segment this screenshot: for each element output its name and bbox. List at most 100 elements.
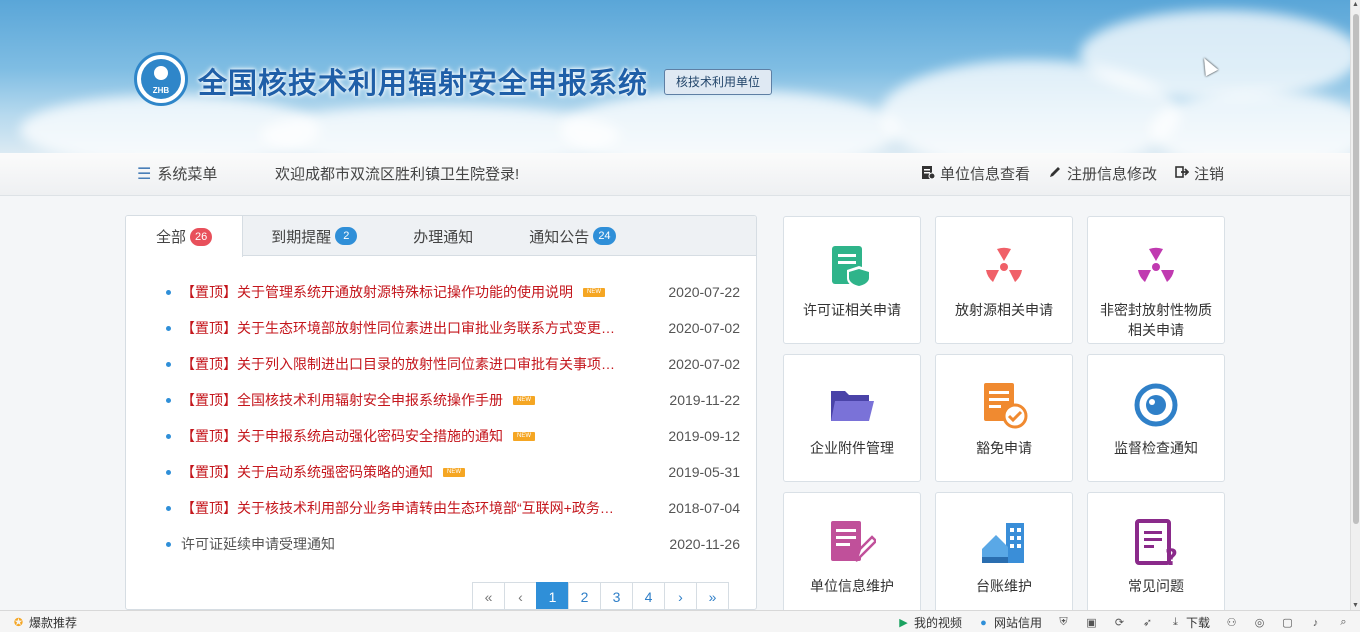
top-nav-bar: ☰ 系统菜单 欢迎成都市双流区胜利镇卫生院登录! 单位信息查看 注册信息修改 注… — [0, 153, 1350, 196]
tile-license-application[interactable]: 许可证相关申请 — [783, 216, 921, 344]
bullet-dot-icon — [166, 541, 171, 547]
first-page-button[interactable]: « — [472, 582, 505, 609]
tile-label: 单位信息维护 — [810, 578, 894, 594]
tile-label: 监督检查通知 — [1114, 440, 1198, 456]
building-icon — [979, 518, 1029, 568]
radiation-icon — [979, 242, 1029, 292]
bullet-dot-icon — [166, 433, 171, 439]
bullet-dot-icon — [166, 397, 171, 403]
notice-date: 2019-09-12 — [668, 428, 740, 444]
notice-panel: 全部 26 到期提醒 2 办理通知 通知公告 24 【置顶】关于管理系统开通放射… — [125, 215, 757, 610]
tile-label: 放射源相关申请 — [955, 302, 1053, 318]
site-title: 全国核技术利用辐射安全申报系统 — [198, 68, 649, 100]
list-item: 许可证延续申请受理通知 2020-11-26 — [166, 526, 740, 562]
my-video-label: 我的视频 — [913, 616, 962, 630]
users-icon[interactable]: ⚇ — [1225, 616, 1238, 629]
notice-title-link[interactable]: 【置顶】关于启动系统强密码策略的通知 — [181, 462, 433, 482]
download-button[interactable]: ⤓ 下载 — [1169, 614, 1210, 631]
tile-label: 企业附件管理 — [810, 440, 894, 456]
refresh-icon[interactable]: ⟳ — [1113, 616, 1126, 629]
logout-link[interactable]: 注销 — [1175, 163, 1224, 184]
tile-ledger-maintenance[interactable]: 台账维护 — [935, 492, 1073, 620]
tile-inspection-notice[interactable]: 监督检查通知 — [1087, 354, 1225, 482]
drop-icon: ● — [980, 616, 987, 629]
edit-document-icon — [827, 518, 877, 568]
notice-date: 2018-07-04 — [668, 500, 740, 516]
info-card-icon — [921, 165, 936, 183]
document-check-icon — [979, 380, 1029, 430]
count-badge: 2 — [335, 227, 358, 245]
page-3-button[interactable]: 3 — [600, 582, 633, 609]
eye-icon — [1131, 380, 1181, 430]
radiation-icon — [1131, 242, 1181, 292]
page-2-button[interactable]: 2 — [568, 582, 601, 609]
notice-title-link[interactable]: 【置顶】关于生态环境部放射性同位素进出口审批业务联系方式变更的通知 — [181, 318, 621, 338]
folder-icon — [827, 380, 877, 430]
star-icon: ✪ — [13, 617, 24, 629]
notice-date: 2020-07-02 — [668, 320, 740, 336]
tab-processing-notice[interactable]: 办理通知 — [385, 216, 501, 256]
bullet-dot-icon — [166, 289, 171, 295]
welcome-text: 欢迎成都市双流区胜利镇卫生院登录! — [275, 166, 520, 183]
scroll-up-icon[interactable]: ▲ — [1352, 1, 1359, 8]
tile-unsealed-material-application[interactable]: 非密封放射性物质相关申请 — [1087, 216, 1225, 344]
notice-title-link[interactable]: 许可证延续申请受理通知 — [181, 534, 335, 554]
tile-attachment-management[interactable]: 企业附件管理 — [783, 354, 921, 482]
tab-label: 办理通知 — [413, 228, 474, 246]
tile-radioactive-source-application[interactable]: 放射源相关申请 — [935, 216, 1073, 344]
bullet-dot-icon — [166, 325, 171, 331]
tab-expiry-reminder[interactable]: 到期提醒 2 — [243, 216, 385, 256]
scrollbar-thumb[interactable] — [1353, 14, 1359, 524]
tile-label: 许可证相关申请 — [803, 302, 901, 318]
notice-list: 【置顶】关于管理系统开通放射源特殊标记操作功能的使用说明 NEW 2020-07… — [126, 256, 756, 562]
rocket-icon[interactable]: ➶ — [1141, 616, 1154, 629]
tab-all[interactable]: 全部 26 — [126, 216, 244, 257]
list-item: 【置顶】关于管理系统开通放射源特殊标记操作功能的使用说明 NEW 2020-07… — [166, 274, 740, 310]
page-4-button[interactable]: 4 — [632, 582, 665, 609]
page-scrollbar[interactable]: ▲ ▼ — [1350, 0, 1360, 610]
next-page-button[interactable]: › — [664, 582, 697, 609]
svg-text:?: ? — [1165, 546, 1178, 567]
tab-label: 全部 — [156, 229, 187, 246]
image-icon[interactable]: ▣ — [1085, 616, 1098, 629]
window-icon[interactable]: ▢ — [1281, 616, 1294, 629]
search-icon[interactable]: ⌕ — [1337, 616, 1350, 629]
list-item: 【置顶】关于启动系统强密码策略的通知 NEW 2019-05-31 — [166, 454, 740, 490]
notice-title-link[interactable]: 【置顶】全国核技术利用辐射安全申报系统操作手册 — [181, 390, 503, 410]
logout-label: 注销 — [1193, 166, 1224, 183]
edit-registration-link[interactable]: 注册信息修改 — [1048, 163, 1157, 184]
notice-title-link[interactable]: 【置顶】关于管理系统开通放射源特殊标记操作功能的使用说明 — [181, 282, 573, 302]
last-page-button[interactable]: » — [696, 582, 729, 609]
tile-label: 非密封放射性物质相关申请 — [1100, 302, 1212, 338]
logo-text: ZHB — [141, 59, 181, 99]
tab-announcements[interactable]: 通知公告 24 — [501, 216, 643, 256]
shield-icon[interactable]: ⛨ — [1057, 616, 1070, 629]
sound-icon[interactable]: ♪ — [1309, 616, 1322, 629]
site-credit-button[interactable]: ● 网站信用 — [977, 614, 1042, 631]
pencil-icon — [1048, 165, 1062, 182]
notice-date: 2020-07-22 — [668, 284, 740, 300]
tile-faq[interactable]: ? 常见问题 — [1087, 492, 1225, 620]
prev-page-button[interactable]: ‹ — [504, 582, 537, 609]
notice-title-link[interactable]: 【置顶】关于申报系统启动强化密码安全措施的通知 — [181, 426, 503, 446]
notice-title-link[interactable]: 【置顶】关于核技术利用部分业务申请转由生态环境部“互联网+政务服务”平台办理的通… — [181, 498, 621, 518]
my-video-button[interactable]: ▶ 我的视频 — [897, 614, 962, 631]
view-unit-info-label: 单位信息查看 — [939, 166, 1030, 183]
view-unit-info-link[interactable]: 单位信息查看 — [921, 163, 1030, 184]
tile-label: 常见问题 — [1128, 578, 1184, 594]
zhb-logo: ZHB — [134, 52, 188, 106]
tile-unit-info-maintenance[interactable]: 单位信息维护 — [783, 492, 921, 620]
browser-icon[interactable]: ◎ — [1253, 616, 1266, 629]
tile-exemption-application[interactable]: 豁免申请 — [935, 354, 1073, 482]
scroll-down-icon[interactable]: ▼ — [1352, 602, 1359, 609]
pagination: « ‹ 1 2 3 4 › » — [472, 582, 729, 609]
list-menu-icon: ☰ — [137, 165, 152, 183]
system-menu-button[interactable]: ☰ 系统菜单 — [137, 163, 217, 184]
page-1-button[interactable]: 1 — [536, 582, 569, 609]
count-badge: 24 — [593, 227, 616, 245]
hot-recommend-button[interactable]: ✪ 爆款推荐 — [12, 614, 77, 631]
tile-label: 豁免申请 — [976, 440, 1032, 456]
new-tag-icon: NEW — [513, 431, 535, 441]
notice-title-link[interactable]: 【置顶】关于列入限制进出口目录的放射性同位素进口审批有关事项的通知 — [181, 354, 621, 374]
list-item: 【置顶】全国核技术利用辐射安全申报系统操作手册 NEW 2019-11-22 — [166, 382, 740, 418]
